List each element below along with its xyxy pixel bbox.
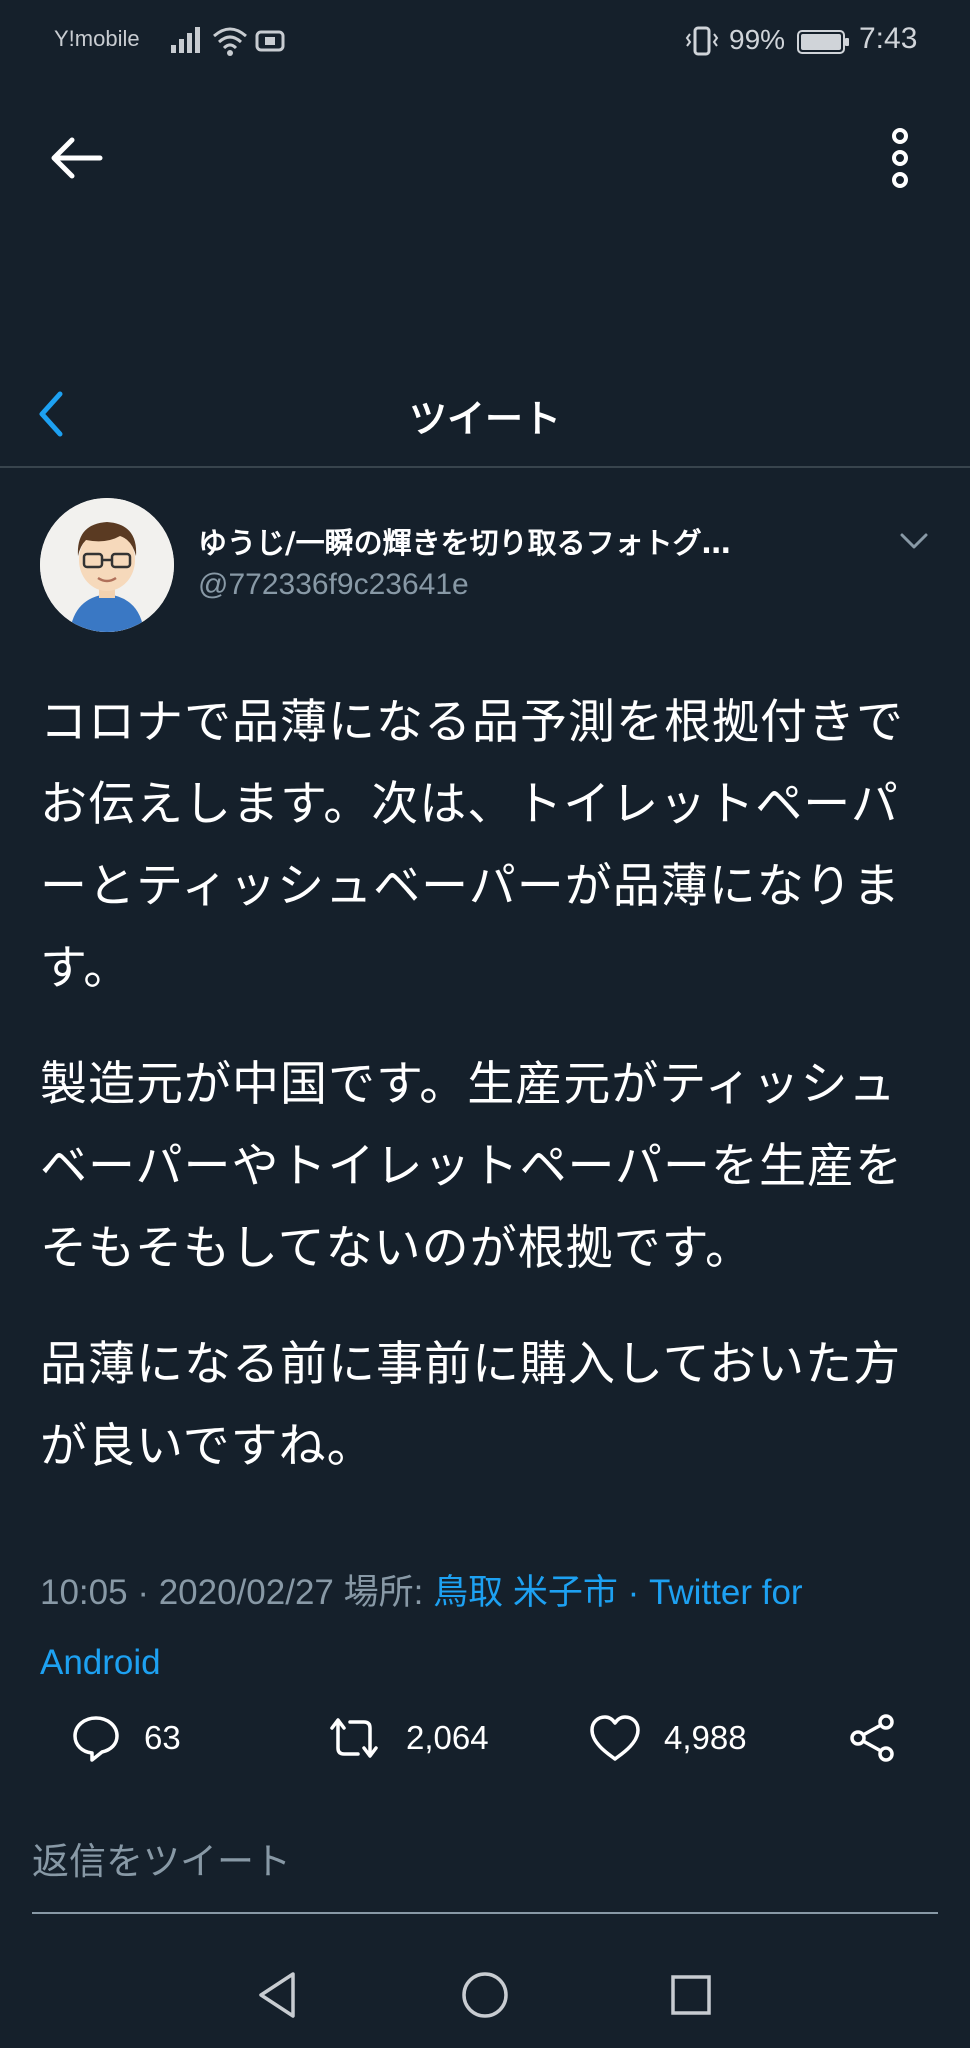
author-name[interactable]: ゆうじ/一瞬の輝きを切り取るフォトグ… [198, 520, 731, 562]
carrier-label: Y!mobile [54, 26, 140, 51]
nav-back-button[interactable] [242, 1960, 312, 2030]
tweet-time: 10:05 [40, 1573, 128, 1612]
vibrate-icon [685, 26, 719, 56]
location-label: 場所: [343, 1573, 424, 1612]
share-icon [850, 1714, 894, 1762]
location-link[interactable]: 鳥取 米子市 [433, 1573, 618, 1612]
wifi-icon [213, 27, 247, 56]
nav-back-icon [259, 1972, 295, 2018]
tweet-meta: 10:05 · 2020/02/27 場所: 鳥取 米子市 · Twitter … [40, 1558, 920, 1698]
reply-button[interactable]: 63 [70, 1702, 181, 1774]
system-nav-bar [0, 1940, 970, 2048]
meta-separator: · [137, 1573, 149, 1612]
tweet-paragraph: コロナで品薄になる品予測を根拠付きでお伝えします。次は、トイレットペーパーとティ… [40, 695, 904, 996]
reply-count: 63 [144, 1719, 181, 1756]
nav-recents-icon [671, 1975, 711, 2015]
cast-icon [255, 30, 285, 52]
retweet-button[interactable]: 2,064 [324, 1702, 489, 1774]
avatar[interactable] [40, 498, 174, 632]
tweet-actions: 63 2,064 4,988 [0, 1702, 970, 1774]
status-bar: Y!mobile 99% 7:43 [0, 0, 970, 84]
page-title: ツイート [408, 397, 561, 441]
nav-recents-button[interactable] [656, 1960, 726, 2030]
heart-icon [590, 1715, 640, 1761]
tweet-text: コロナで品薄になる品予測を根拠付きでお伝えします。次は、トイレットペーパーとティ… [40, 682, 920, 1522]
battery-percentage: 99% [729, 24, 786, 55]
tweet-header: ツイート [0, 370, 970, 468]
tweet-paragraph: 品薄になる前に事前に購入しておいた方が良いですね。 [40, 1337, 902, 1474]
signal-icon [171, 27, 200, 53]
more-vertical-icon[interactable] [880, 126, 920, 190]
nav-home-button[interactable] [450, 1960, 520, 2030]
reply-icon [73, 1716, 119, 1762]
avatar-illustration-icon [40, 498, 174, 632]
battery-icon [797, 30, 849, 54]
tweet-paragraph: 製造元が中国です。生産元がティッシュベーパーやトイレットペーパーを生産をそもそも… [40, 1057, 904, 1276]
back-arrow-icon[interactable] [48, 134, 104, 182]
reply-bar [32, 1832, 938, 1914]
retweet-count: 2,064 [406, 1719, 489, 1756]
meta-separator: · [627, 1573, 640, 1612]
tweet-date: 2020/02/27 [158, 1573, 334, 1612]
nav-home-icon [462, 1972, 508, 2018]
share-button[interactable] [846, 1702, 898, 1774]
reply-input[interactable] [32, 1832, 938, 1883]
like-button[interactable]: 4,988 [588, 1702, 747, 1774]
chevron-down-icon[interactable] [898, 530, 930, 552]
like-count: 4,988 [664, 1719, 747, 1756]
author-handle[interactable]: @772336f9c23641e [198, 568, 469, 602]
retweet-icon [330, 1718, 378, 1758]
clock: 7:43 [859, 22, 918, 55]
